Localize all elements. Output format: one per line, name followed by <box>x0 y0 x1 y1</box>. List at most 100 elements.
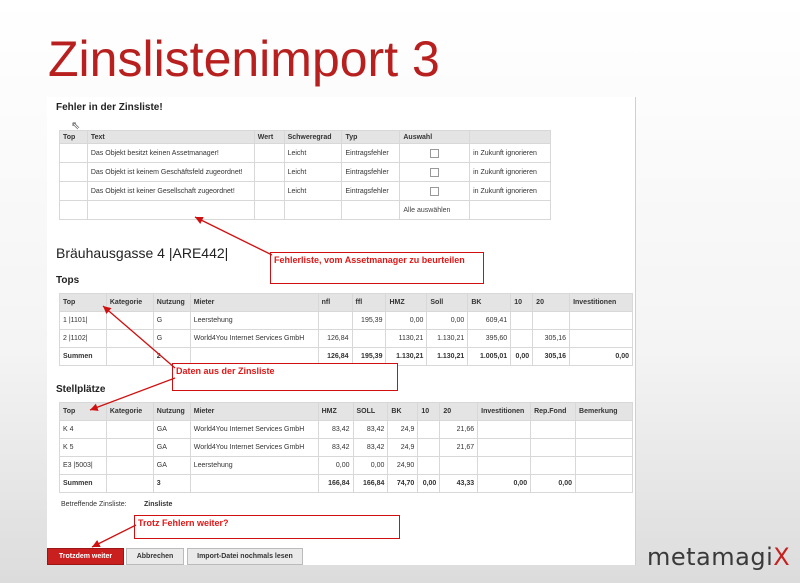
errors-cell-select <box>399 181 471 201</box>
tops-cell: 0,00 <box>385 311 428 330</box>
reread-button[interactable]: Import-Datei nochmals lesen <box>187 548 303 565</box>
parking-column-header: 20 <box>439 402 479 421</box>
footer-label: Betreffende Zinsliste: <box>61 501 127 508</box>
select-all-link[interactable]: Alle auswählen <box>399 200 471 220</box>
screenshot-panel: Fehler in der Zinsliste! ⇖ Top Text Wert Sc… <box>47 97 636 565</box>
footer-value: Zinsliste <box>144 501 173 508</box>
parking-cell <box>477 456 532 475</box>
errors-cell-typ: Eintragsfehler <box>341 162 401 182</box>
parking-column-header: Bemerkung <box>575 402 633 421</box>
parking-cell <box>575 438 633 457</box>
tops-header-row: Top Kategorie Nutzung Mieter nfl ffl HMZ Soll BK… <box>59 293 633 312</box>
errors-cell-wert <box>253 143 285 163</box>
parking-cell <box>439 456 479 475</box>
tops-column-header: Top <box>59 293 107 312</box>
callout-errors-text: Fehlerliste, vom Assetmanager zu beurtei… <box>274 255 465 265</box>
errors-cell-severity: Leicht <box>283 181 343 201</box>
parking-sum-cell: 0,00 <box>477 474 532 493</box>
errors-row: Das Objekt ist keiner Gesellschaft zugeo… <box>59 181 551 201</box>
tops-cell: G <box>152 329 191 348</box>
ignore-checkbox[interactable] <box>430 167 440 177</box>
errors-cell-select <box>399 143 471 163</box>
parking-cell: 83,42 <box>317 420 354 439</box>
tops-cell <box>510 311 534 330</box>
tops-cell <box>569 311 633 330</box>
tops-column-header: 20 <box>532 293 571 312</box>
parking-sum-cell <box>189 474 319 493</box>
parking-sum-cell: 74,70 <box>387 474 419 493</box>
parking-cell: 0,00 <box>352 456 389 475</box>
parking-sum-cell: 166,84 <box>352 474 389 493</box>
slide-title: Zinslistenimport 3 <box>48 31 440 87</box>
tops-cell <box>105 329 154 348</box>
parking-sum-cell <box>575 474 633 493</box>
tops-cell: 2 |1102| <box>59 329 107 348</box>
errors-cell-top <box>59 143 88 163</box>
parking-cell <box>530 438 577 457</box>
errors-header-row: Top Text Wert Schweregrad Typ Auswahl <box>59 130 551 144</box>
cancel-button[interactable]: Abbrechen <box>126 548 184 565</box>
tops-heading: Tops <box>56 275 80 286</box>
errors-cell-ignore: in Zukunft ignorieren <box>469 181 551 201</box>
callout-errors: Fehlerliste, vom Assetmanager zu beurtei… <box>270 252 484 284</box>
ignore-checkbox[interactable] <box>430 148 440 158</box>
continue-button[interactable]: Trotzdem weiter <box>47 548 124 565</box>
callout-data-text: Daten aus der Zinsliste <box>176 366 275 376</box>
parking-cell: Leerstehung <box>189 456 319 475</box>
errors-cell-empty <box>86 200 255 220</box>
logo-accent: X <box>773 543 791 571</box>
errors-column-header <box>469 130 551 144</box>
ignore-checkbox[interactable] <box>430 186 440 196</box>
parking-column-header: Nutzung <box>152 402 191 421</box>
parking-cell <box>477 420 532 439</box>
parking-cell: World4You Internet Services GmbH <box>189 420 319 439</box>
parking-sum-cell: 43,33 <box>439 474 479 493</box>
tops-cell: 195,39 <box>351 311 387 330</box>
parking-cell <box>105 420 154 439</box>
tops-column-header: Mieter <box>189 293 319 312</box>
tops-column-header: 10 <box>510 293 534 312</box>
tops-column-header: Kategorie <box>105 293 154 312</box>
parking-cell: 83,42 <box>352 420 389 439</box>
parking-cell: 24,9 <box>387 438 419 457</box>
parking-cell <box>530 420 577 439</box>
tops-sum-cell: Summen <box>59 347 107 366</box>
errors-cell-text: Das Objekt ist keinem Geschäftsfeld zuge… <box>86 162 255 182</box>
parking-cell: K 4 <box>59 420 107 439</box>
errors-column-header: Top <box>59 130 88 144</box>
callout-continue: Trotz Fehlern weiter? <box>134 515 400 539</box>
errors-cell-top <box>59 181 88 201</box>
tops-cell <box>351 329 387 348</box>
parking-cell: E3 |5003| <box>59 456 107 475</box>
errors-row: Das Objekt besitzt keinen Assetmanager! L… <box>59 143 551 163</box>
tops-cell: 395,60 <box>467 329 512 348</box>
parking-cell: World4You Internet Services GmbH <box>189 438 319 457</box>
errors-cell-typ: Eintragsfehler <box>341 143 401 163</box>
parking-cell: 83,42 <box>352 438 389 457</box>
tops-column-header: BK <box>467 293 512 312</box>
errors-table: Top Text Wert Schweregrad Typ Auswahl Das Obje… <box>59 130 551 220</box>
parking-cell: 21,67 <box>439 438 479 457</box>
parking-cell <box>530 456 577 475</box>
tops-sum-cell: 0,00 <box>510 347 534 366</box>
callout-continue-text: Trotz Fehlern weiter? <box>138 518 229 528</box>
errors-cell-severity: Leicht <box>283 143 343 163</box>
errors-cell-wert <box>253 162 285 182</box>
errors-cell-wert <box>253 181 285 201</box>
errors-row: Das Objekt ist keinem Geschäftsfeld zuge… <box>59 162 551 182</box>
parking-column-header: BK <box>387 402 419 421</box>
logo-text: metamagi <box>647 543 774 571</box>
metamagix-logo: metamagiX <box>647 543 790 571</box>
parking-cell <box>575 456 633 475</box>
tops-column-header: HMZ <box>385 293 428 312</box>
errors-cell-text: Das Objekt ist keiner Gesellschaft zugeo… <box>86 181 255 201</box>
parking-header-row: Top Kategorie Nutzung Mieter HMZ SOLL BK 10 20 In… <box>59 402 633 421</box>
parking-cell: 21,66 <box>439 420 479 439</box>
callout-data: Daten aus der Zinsliste <box>172 363 398 391</box>
parking-cell <box>417 456 441 475</box>
errors-cell-select <box>399 162 471 182</box>
errors-cell-typ: Eintragsfehler <box>341 181 401 201</box>
errors-cell-empty <box>59 200 88 220</box>
tops-cell: 0,00 <box>426 311 469 330</box>
parking-sum-cell: Summen <box>59 474 107 493</box>
